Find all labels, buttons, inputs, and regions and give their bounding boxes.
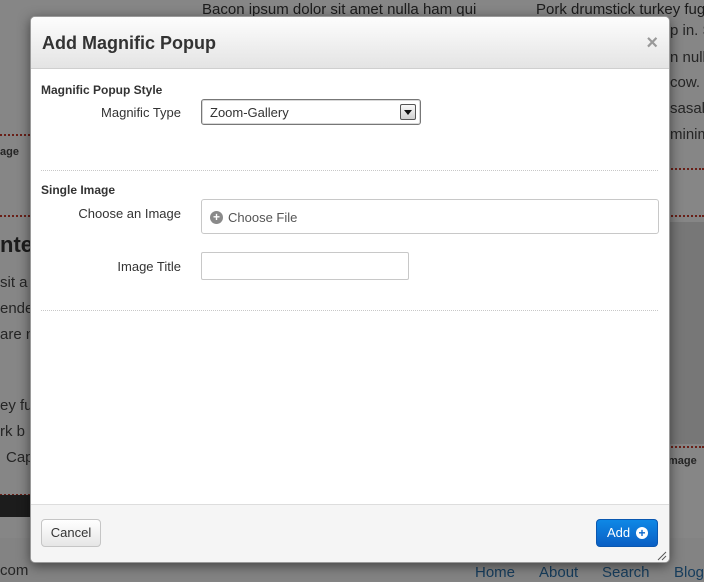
- plus-circle-icon: +: [210, 211, 223, 224]
- section-divider: [41, 170, 658, 171]
- chevron-down-icon[interactable]: [400, 104, 416, 120]
- magnific-type-label: Magnific Type: [101, 105, 181, 120]
- plus-circle-icon: +: [636, 527, 648, 539]
- magnific-popup-style-heading: Magnific Popup Style: [41, 83, 163, 97]
- choose-file-button[interactable]: + Choose File: [201, 199, 659, 234]
- choose-image-label: Choose an Image: [78, 206, 181, 221]
- add-button-label: Add: [607, 525, 631, 540]
- resize-handle-icon[interactable]: [657, 551, 667, 561]
- dialog-footer: Cancel Add +: [31, 504, 669, 562]
- section-divider: [41, 310, 658, 311]
- dialog-title: Add Magnific Popup: [42, 33, 216, 53]
- add-magnific-popup-dialog: Add Magnific Popup × Magnific Popup Styl…: [30, 16, 670, 563]
- image-title-input[interactable]: [201, 252, 409, 280]
- magnific-type-value: Zoom-Gallery: [210, 105, 289, 120]
- dialog-body: Magnific Popup Style Magnific Type Zoom-…: [31, 69, 669, 503]
- close-icon[interactable]: ×: [646, 33, 658, 53]
- dialog-header: Add Magnific Popup ×: [31, 17, 669, 69]
- magnific-type-select[interactable]: Zoom-Gallery: [201, 99, 421, 125]
- choose-file-label: Choose File: [228, 210, 298, 225]
- image-title-label: Image Title: [117, 259, 181, 274]
- cancel-button[interactable]: Cancel: [41, 519, 101, 547]
- add-button[interactable]: Add +: [596, 519, 658, 547]
- single-image-heading: Single Image: [41, 183, 116, 197]
